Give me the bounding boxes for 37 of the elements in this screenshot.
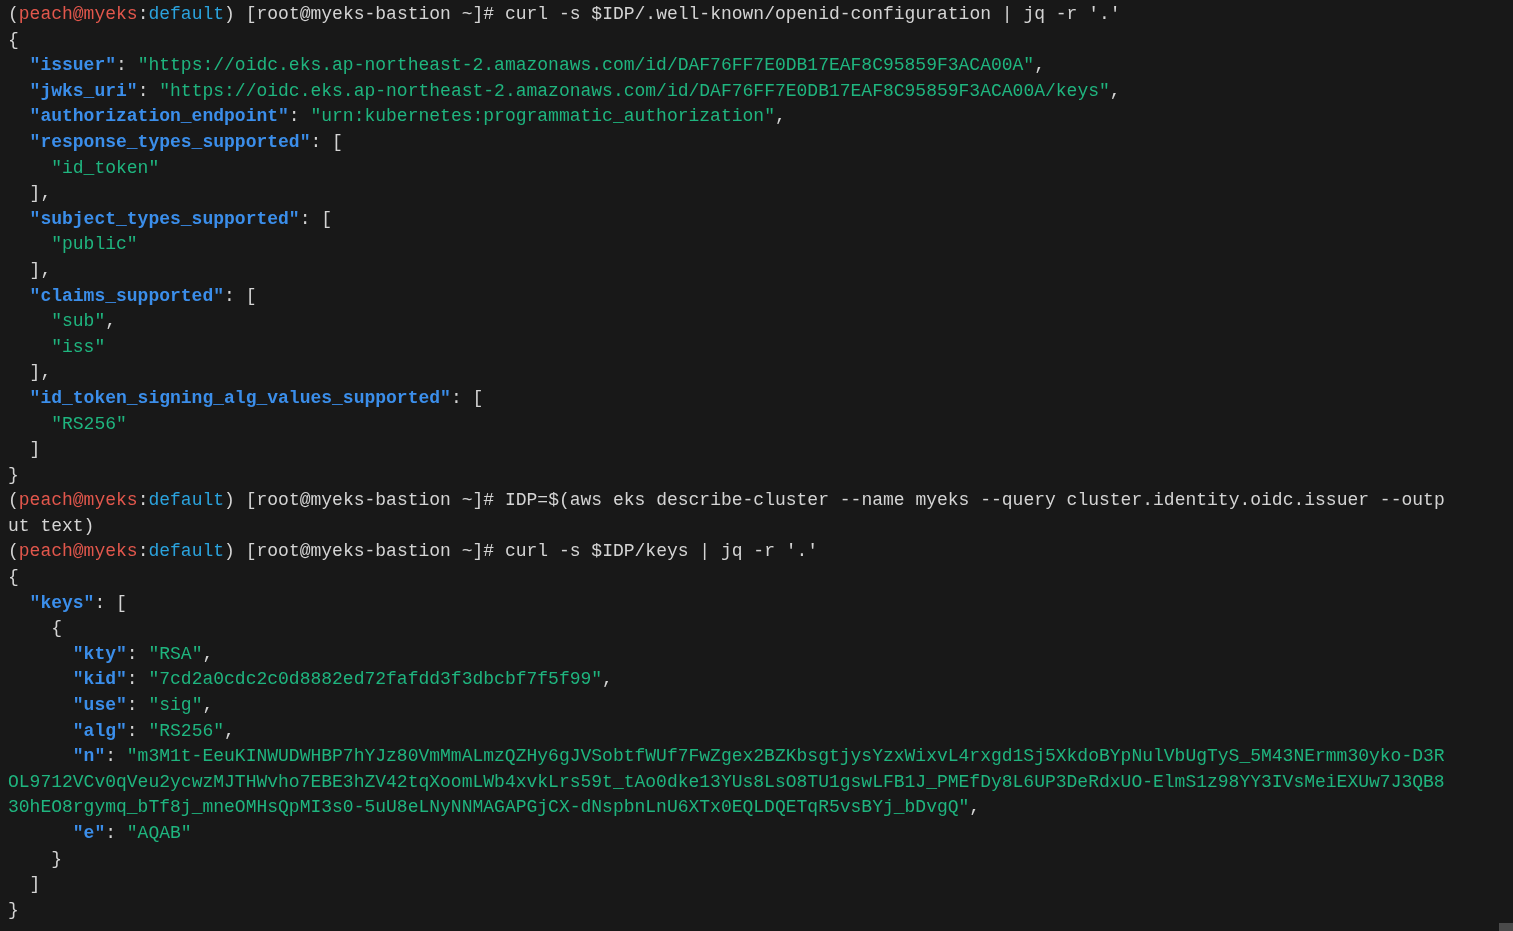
terminal-line: ], [29, 259, 52, 280]
terminal-line: "keys": [ [29, 592, 127, 613]
terminal-line: } [8, 899, 19, 920]
terminal-line: ], [29, 362, 52, 383]
terminal-line: } [51, 848, 62, 869]
terminal-line: "use": "sig", [72, 695, 214, 716]
terminal-line: "n": "m3M1t-EeuKINWUDWHBP7hYJz80VmMmALmzQZHy6gJVSobtfWUf7FwZgex2BZKbsgtjysYzxWixvL4rxgd1Sj5XkdoBYpNulVbUgTyS_5M43NErmm30yko-D3R [72, 746, 1445, 767]
terminal-line: } [8, 464, 19, 485]
terminal-line: "id_token_signing_alg_values_supported": [ [29, 387, 484, 408]
terminal-line: "jwks_uri": "https://oidc.eks.ap-northeast-2.amazonaws.com/id/DAF76FF7E0DB17EAF8C95859F3ACA00A/keys", [29, 80, 1121, 101]
terminal-line: (peach@myeks:default) [root@myeks-bastion ~]# IDP=$(aws eks describe-cluster --name myeks --query cluster.identity.oidc.issuer --outp [8, 490, 1445, 511]
terminal-line: "claims_supported": [ [29, 285, 257, 306]
terminal-line: "public" [51, 234, 138, 255]
terminal-line: { [51, 618, 62, 639]
terminal-line: OL9712VCv0qVeu2ycwzMJTHWvho7EBE3hZV42tqXoomLWb4xvkLrs59t_tAo0dke13YUs8LsO8TU1gswLFB1J_PMEfDy8L6UP3DeRdxUO-ElmS1z98YY3IVsMeiEXUw7J3QB8 [8, 771, 1445, 792]
terminal-line: "issuer": "https://oidc.eks.ap-northeast-2.amazonaws.com/id/DAF76FF7E0DB17EAF8C95859F3ACA00A", [29, 55, 1045, 76]
scrollbar-thumb[interactable] [1499, 923, 1513, 931]
terminal-line: "RS256" [51, 413, 127, 434]
terminal-line: "alg": "RS256", [72, 720, 235, 741]
terminal-line: "kty": "RSA", [72, 643, 214, 664]
terminal-line: "kid": "7cd2a0cdc2c0d8882ed72fafdd3f3dbcbf7f5f99", [72, 669, 613, 690]
terminal-line: "id_token" [51, 157, 160, 178]
terminal-line: "authorization_endpoint": "urn:kubernetes:programmatic_authorization", [29, 106, 786, 127]
terminal-line: "e": "AQAB" [72, 823, 192, 843]
terminal-line: 30hEO8rgymq_bTf8j_mneOMHsQpMI3s0-5uU8eLNyNNMAGAPGjCX-dNspbnLnU6XTx0EQLDQETqR5vsBYj_bDvgQ", [8, 797, 981, 818]
terminal-line: ] [29, 874, 41, 895]
terminal-line: (peach@myeks:default) [root@myeks-bastion ~]# curl -s $IDP/.well-known/openid-configuration | jq -r '.' [8, 4, 1121, 24]
terminal-line: { [8, 567, 19, 588]
terminal-line: { [8, 29, 19, 50]
terminal-line: ut text) [8, 515, 95, 536]
terminal-line: "iss" [51, 336, 106, 357]
terminal-line: "subject_types_supported": [ [29, 208, 333, 229]
terminal-line: "response_types_supported": [ [29, 131, 343, 152]
terminal-line: ] [29, 439, 41, 460]
terminal-line: (peach@myeks:default) [root@myeks-bastion ~]# curl -s $IDP/keys | jq -r '.' [8, 541, 819, 562]
terminal-line: ], [29, 183, 52, 204]
terminal-line: "sub", [51, 311, 117, 332]
